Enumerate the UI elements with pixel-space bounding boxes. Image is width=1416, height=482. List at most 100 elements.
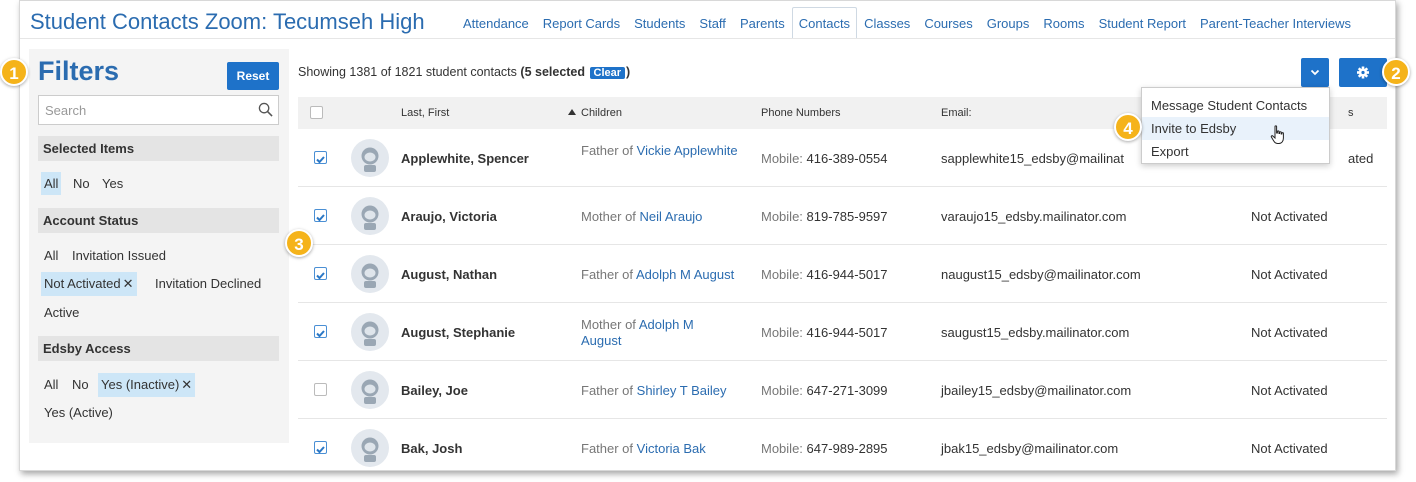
children-cell: Father of Adolph M August bbox=[581, 267, 756, 283]
relation-text: Mother of bbox=[581, 317, 636, 332]
phone-cell: Mobile: 416-389-0554 bbox=[761, 151, 888, 166]
email-cell: naugust15_edsby@mailinator.com bbox=[941, 267, 1141, 282]
phone-number: 416-944-5017 bbox=[806, 267, 888, 282]
filter-status-all[interactable]: All bbox=[41, 244, 61, 267]
column-header-phone[interactable]: Phone Numbers bbox=[761, 107, 841, 119]
column-header-name[interactable]: Last, First bbox=[401, 107, 449, 119]
tab-parents[interactable]: Parents bbox=[733, 7, 792, 39]
filter-selected-no[interactable]: No bbox=[70, 172, 93, 195]
menu-item-message-contacts[interactable]: Message Student Contacts bbox=[1142, 94, 1329, 117]
checkmark-icon bbox=[316, 330, 325, 338]
step-badge-4: 4 bbox=[1114, 113, 1142, 141]
checkmark-icon bbox=[316, 446, 325, 454]
menu-item-export[interactable]: Export bbox=[1142, 140, 1329, 163]
status-cell: Not Activated bbox=[1251, 383, 1328, 398]
tab-report-cards[interactable]: Report Cards bbox=[536, 7, 627, 39]
avatar bbox=[351, 255, 389, 293]
filter-status-active[interactable]: Active bbox=[41, 301, 82, 324]
contact-name[interactable]: Araujo, Victoria bbox=[401, 209, 497, 224]
child-link[interactable]: Vickie Applewhite bbox=[637, 143, 738, 158]
table-row[interactable]: Araujo, Victoria Mother of Neil Araujo M… bbox=[298, 187, 1387, 245]
hand-cursor-icon bbox=[1270, 125, 1284, 144]
table-row[interactable]: August, Nathan Father of Adolph M August… bbox=[298, 245, 1387, 303]
filter-access-no[interactable]: No bbox=[69, 373, 92, 396]
contact-name[interactable]: Applewhite, Spencer bbox=[401, 151, 529, 166]
tab-classes[interactable]: Classes bbox=[857, 7, 917, 39]
account-status-heading: Account Status bbox=[38, 208, 279, 233]
tab-students[interactable]: Students bbox=[627, 7, 692, 39]
column-header-status[interactable]: s bbox=[1348, 107, 1354, 119]
step-badge-3: 3 bbox=[285, 229, 313, 257]
select-all-checkbox[interactable] bbox=[310, 106, 323, 119]
tab-parent-teacher-interviews[interactable]: Parent-Teacher Interviews bbox=[1193, 7, 1358, 39]
option-label: Active bbox=[44, 305, 80, 320]
phone-number: 647-989-2895 bbox=[806, 441, 888, 456]
column-header-children[interactable]: Children bbox=[581, 107, 622, 119]
tab-rooms[interactable]: Rooms bbox=[1036, 7, 1091, 39]
remove-filter-icon[interactable]: ✕ bbox=[123, 276, 134, 291]
search-input[interactable] bbox=[39, 96, 249, 124]
option-label: Yes bbox=[102, 176, 124, 191]
tab-attendance[interactable]: Attendance bbox=[456, 7, 536, 39]
row-checkbox[interactable] bbox=[314, 383, 327, 396]
child-link[interactable]: Neil Araujo bbox=[640, 209, 703, 224]
avatar bbox=[351, 371, 389, 409]
selected-count-close: ) bbox=[626, 65, 631, 79]
menu-item-invite-to-edsby[interactable]: Invite to Edsby bbox=[1142, 117, 1329, 140]
tab-staff[interactable]: Staff bbox=[692, 7, 733, 39]
relation-text: Mother of bbox=[581, 209, 636, 224]
filter-access-all[interactable]: All bbox=[41, 373, 61, 396]
contact-name[interactable]: Bailey, Joe bbox=[401, 383, 468, 398]
phone-cell: Mobile: 416-944-5017 bbox=[761, 267, 888, 282]
remove-filter-icon[interactable]: ✕ bbox=[181, 377, 192, 392]
table-row[interactable]: Bailey, Joe Father of Shirley T Bailey M… bbox=[298, 361, 1387, 419]
children-cell: Father of Victoria Bak bbox=[581, 441, 756, 457]
tab-courses[interactable]: Courses bbox=[917, 7, 979, 39]
filter-access-yes-inactive[interactable]: Yes (Inactive) ✕ bbox=[98, 373, 196, 397]
tab-groups[interactable]: Groups bbox=[980, 7, 1037, 39]
results-summary: Showing 1381 of 1821 student contacts (5… bbox=[298, 65, 630, 79]
row-checkbox[interactable] bbox=[314, 151, 327, 164]
settings-button[interactable] bbox=[1339, 58, 1387, 87]
option-label: Not Activated bbox=[44, 276, 121, 291]
phone-label: Mobile: bbox=[761, 441, 803, 456]
child-link[interactable]: Shirley T Bailey bbox=[637, 383, 727, 398]
filter-status-invitation-issued[interactable]: Invitation Issued bbox=[69, 244, 169, 267]
phone-cell: Mobile: 647-989-2895 bbox=[761, 441, 888, 456]
children-cell: Mother of Adolph M August bbox=[581, 317, 721, 349]
row-checkbox[interactable] bbox=[314, 267, 327, 280]
search-icon[interactable] bbox=[258, 102, 273, 117]
tab-student-report[interactable]: Student Report bbox=[1092, 7, 1193, 39]
filters-title: Filters bbox=[38, 56, 120, 86]
column-header-email[interactable]: Email: bbox=[941, 107, 972, 119]
filter-access-yes-active[interactable]: Yes (Active) bbox=[41, 401, 116, 424]
contact-name[interactable]: Bak, Josh bbox=[401, 441, 462, 456]
contact-name[interactable]: August, Stephanie bbox=[401, 325, 515, 340]
email-cell: varaujo15_edsby.mailinator.com bbox=[941, 209, 1127, 224]
row-checkbox[interactable] bbox=[314, 325, 327, 338]
filter-status-invitation-declined[interactable]: Invitation Declined bbox=[152, 272, 264, 295]
row-checkbox[interactable] bbox=[314, 209, 327, 222]
tab-contacts[interactable]: Contacts bbox=[791, 7, 858, 39]
status-cell: Not Activated bbox=[1251, 267, 1328, 282]
search-box bbox=[38, 95, 279, 125]
option-label: All bbox=[44, 377, 59, 392]
filter-selected-all[interactable]: All bbox=[41, 172, 62, 195]
checkmark-icon bbox=[316, 272, 325, 280]
child-link[interactable]: Adolph M August bbox=[636, 267, 734, 282]
actions-dropdown-button[interactable] bbox=[1301, 58, 1329, 87]
table-row[interactable]: Bak, Josh Father of Victoria Bak Mobile:… bbox=[298, 419, 1387, 470]
contact-name[interactable]: August, Nathan bbox=[401, 267, 497, 282]
row-checkbox[interactable] bbox=[314, 441, 327, 454]
reset-button[interactable]: Reset bbox=[227, 62, 279, 90]
child-link[interactable]: Victoria Bak bbox=[637, 441, 706, 456]
table-row[interactable]: August, Stephanie Mother of Adolph M Aug… bbox=[298, 303, 1387, 361]
filter-selected-yes[interactable]: Yes bbox=[99, 172, 126, 195]
filter-status-not-activated[interactable]: Not Activated ✕ bbox=[41, 272, 137, 296]
status-cell: ated bbox=[1348, 151, 1374, 166]
relation-text: Father of bbox=[581, 267, 634, 282]
clear-selection-button[interactable]: Clear bbox=[589, 67, 626, 79]
edsby-access-heading: Edsby Access bbox=[38, 336, 279, 361]
phone-cell: Mobile: 416-944-5017 bbox=[761, 325, 888, 340]
phone-label: Mobile: bbox=[761, 267, 803, 282]
